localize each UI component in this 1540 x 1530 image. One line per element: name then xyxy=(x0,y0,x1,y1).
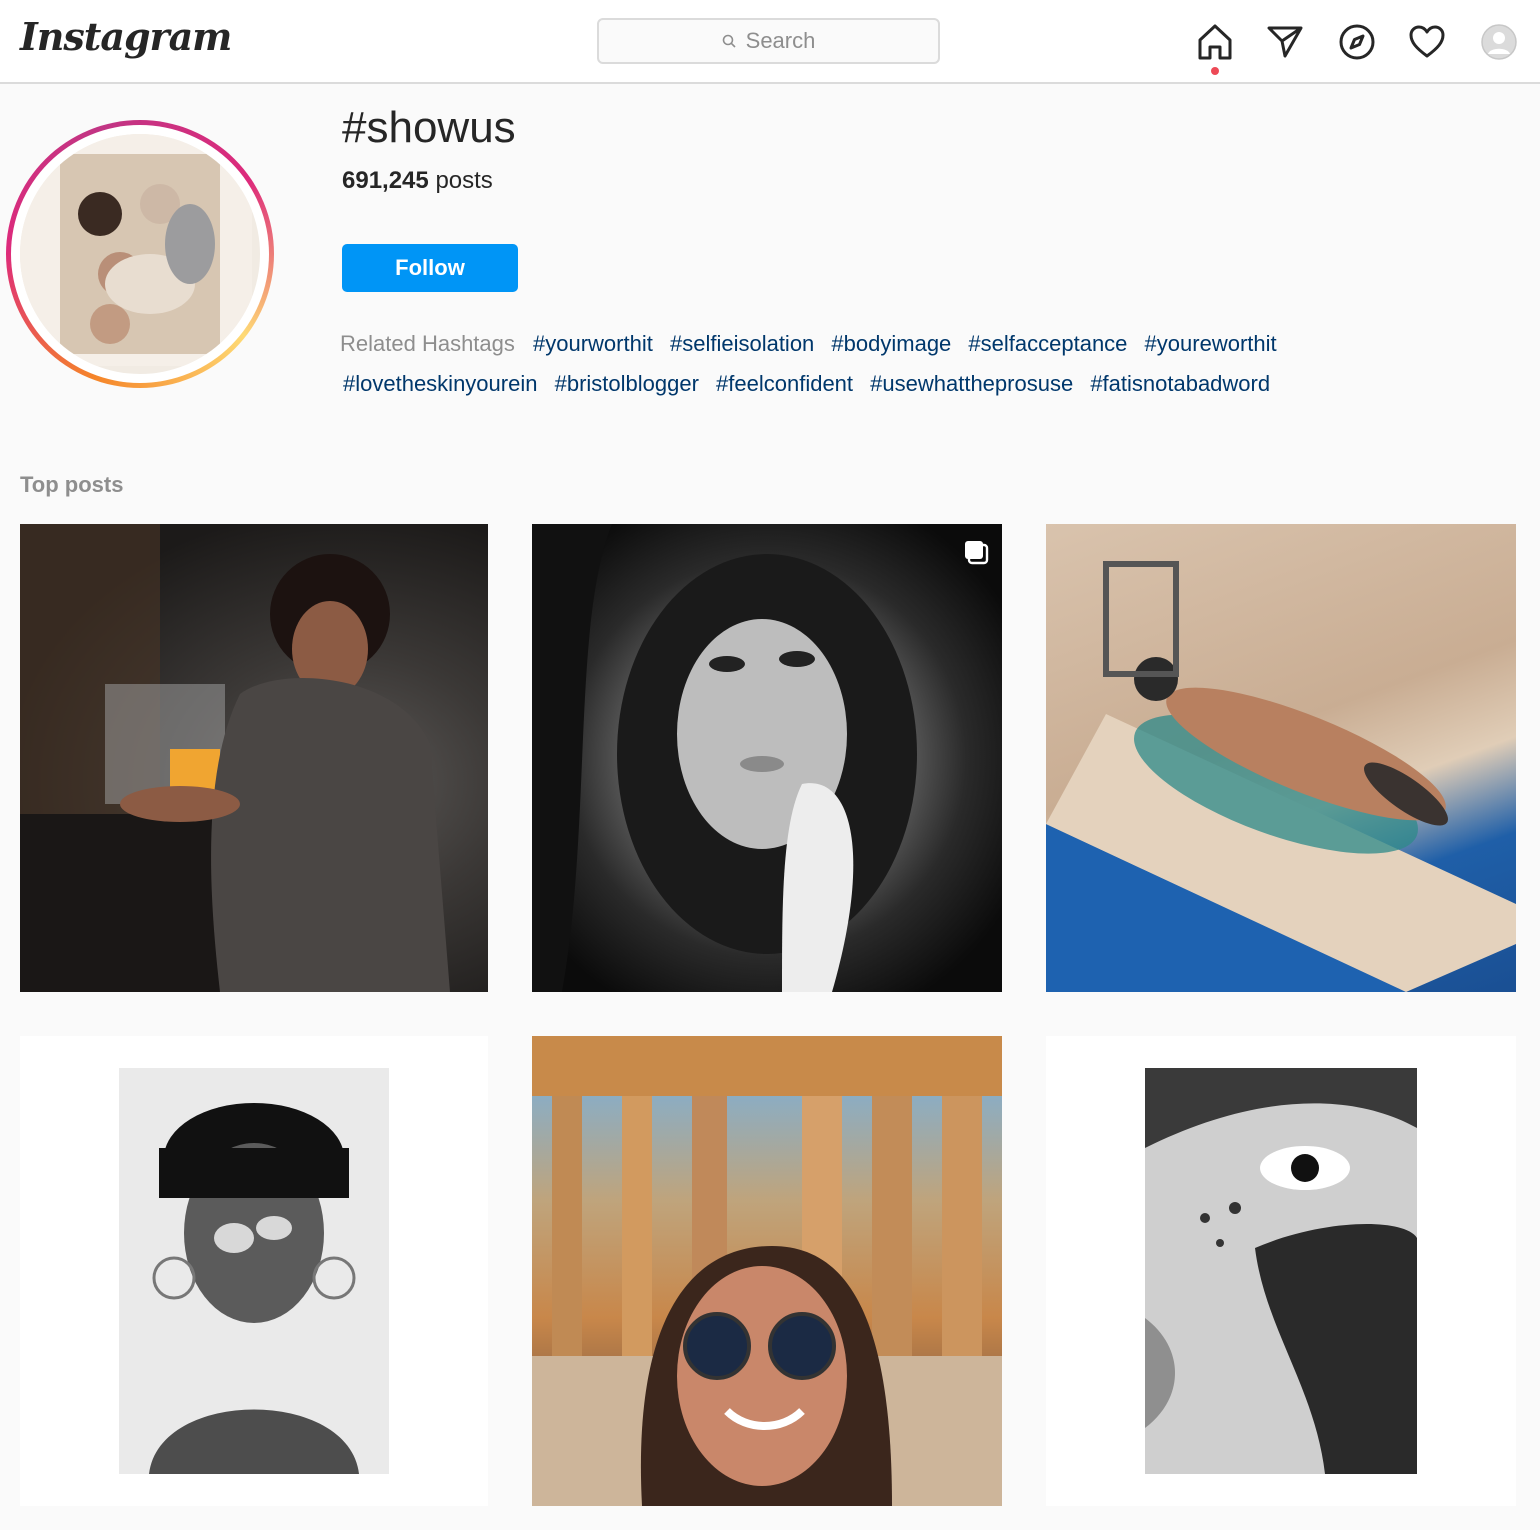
related-tag[interactable]: #feelconfident xyxy=(716,371,853,396)
notification-dot xyxy=(1211,67,1219,75)
related-tag[interactable]: #youreworthit xyxy=(1145,331,1277,356)
post-image xyxy=(1145,1068,1417,1474)
post-image xyxy=(119,1068,389,1474)
related-tag[interactable]: #selfacceptance xyxy=(968,331,1127,356)
related-tag[interactable]: #lovetheskinyourein xyxy=(343,371,537,396)
direct-send-icon[interactable] xyxy=(1260,18,1310,66)
post-thumbnail[interactable] xyxy=(1046,524,1516,992)
related-hashtags-label: Related Hashtags xyxy=(340,331,515,356)
post-count: 691,245 posts xyxy=(342,167,493,195)
related-tag[interactable]: #selfieisolation xyxy=(670,331,814,356)
hashtag-avatar xyxy=(6,120,274,388)
related-tag[interactable]: #bristolblogger xyxy=(555,371,699,396)
instagram-logo[interactable]: Instagram xyxy=(20,14,232,59)
activity-heart-icon[interactable] xyxy=(1402,18,1452,66)
search-box[interactable]: Search xyxy=(597,18,940,64)
post-image xyxy=(532,524,917,992)
post-image xyxy=(20,524,450,992)
related-tag[interactable]: #yourworthit xyxy=(533,331,653,356)
post-image xyxy=(1046,561,1516,992)
explore-compass-icon[interactable] xyxy=(1332,18,1382,66)
post-image xyxy=(532,1036,1002,1506)
search-icon xyxy=(722,34,736,48)
post-count-suffix: posts xyxy=(435,167,493,194)
hashtag-cover-image xyxy=(20,134,260,374)
post-thumbnail[interactable] xyxy=(1046,1036,1516,1506)
home-icon[interactable] xyxy=(1190,18,1240,66)
profile-avatar-icon[interactable] xyxy=(1474,18,1524,66)
follow-button[interactable]: Follow xyxy=(342,244,518,292)
hashtag-title: #showus xyxy=(342,103,516,152)
related-hashtags: Related Hashtags #yourworthit #selfieiso… xyxy=(340,324,1360,404)
search-placeholder: Search xyxy=(745,28,816,53)
related-tag[interactable]: #fatisnotabadword xyxy=(1090,371,1270,396)
top-posts-heading: Top posts xyxy=(20,472,124,497)
top-nav: Instagram Search xyxy=(0,0,1540,84)
post-thumbnail[interactable] xyxy=(532,524,1002,992)
post-thumbnail[interactable] xyxy=(20,524,488,992)
related-tag[interactable]: #bodyimage xyxy=(831,331,951,356)
related-tag[interactable]: #usewhattheprosuse xyxy=(870,371,1073,396)
post-count-number: 691,245 xyxy=(342,167,429,194)
post-thumbnail[interactable] xyxy=(20,1036,488,1506)
carousel-icon xyxy=(962,538,990,571)
post-thumbnail[interactable] xyxy=(532,1036,1002,1506)
